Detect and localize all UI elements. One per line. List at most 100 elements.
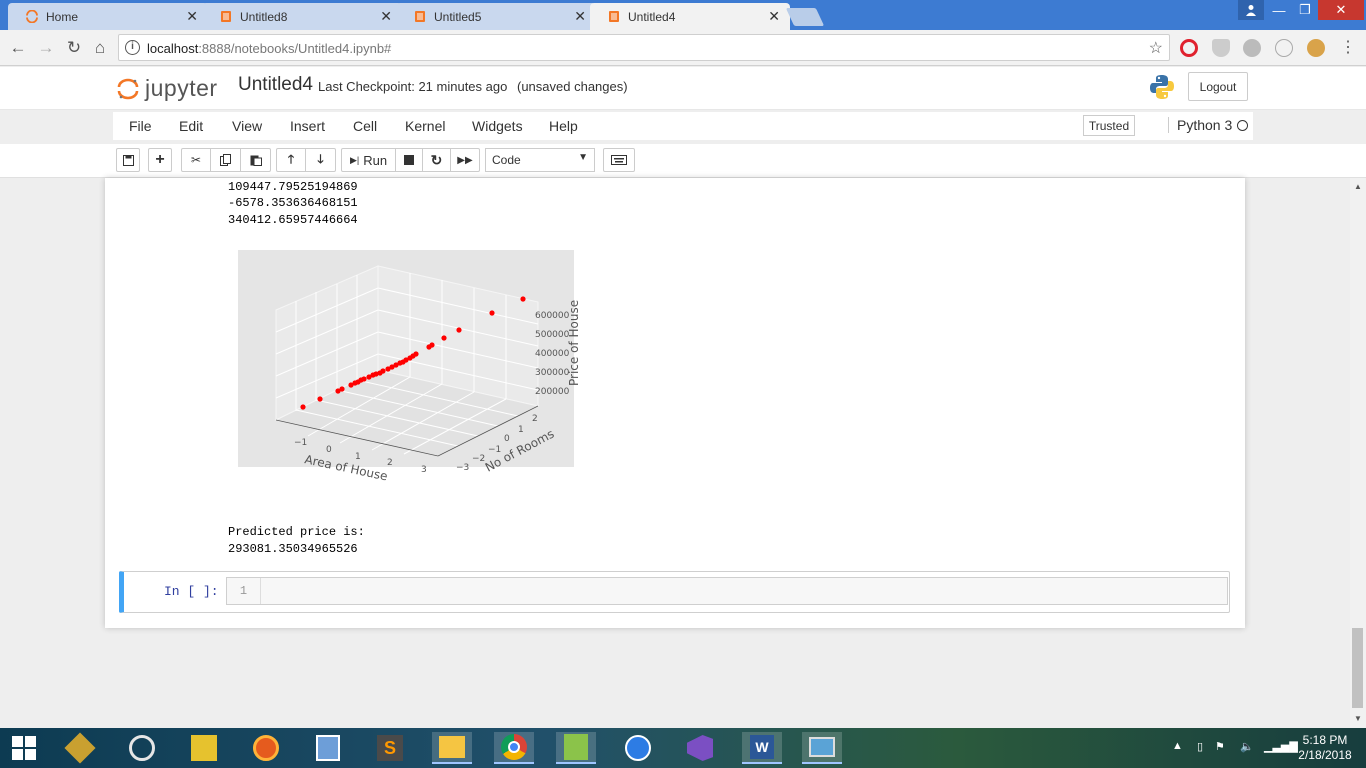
- data-point: [317, 396, 323, 402]
- x-tick-label: 1: [355, 452, 361, 462]
- tab-untitled4[interactable]: Untitled4 ✕: [590, 3, 790, 30]
- anaconda-app-icon[interactable]: [124, 732, 160, 764]
- extension-circle-icon[interactable]: [1275, 39, 1293, 57]
- new-tab-button[interactable]: [785, 8, 825, 26]
- menu-file[interactable]: File: [129, 118, 152, 134]
- start-button[interactable]: [6, 732, 42, 764]
- code-editor[interactable]: 1: [226, 577, 1228, 605]
- tab-untitled8[interactable]: Untitled8 ✕: [202, 3, 402, 30]
- user-profile-icon[interactable]: [1238, 0, 1264, 20]
- extension-icon[interactable]: [1243, 39, 1261, 57]
- chrome-menu-icon[interactable]: ⋮: [1338, 38, 1358, 58]
- shield-extension-icon[interactable]: [1212, 39, 1230, 57]
- data-point: [441, 335, 447, 341]
- firefox-icon[interactable]: [248, 732, 284, 764]
- notebook-favicon-icon: [415, 11, 425, 22]
- clock-time: 5:18 PM: [1302, 733, 1348, 747]
- word-icon[interactable]: W: [742, 732, 782, 764]
- notebook-toolbar: + ✂ 🡑 🡓 ▶| Run ↻ ▶▶ Code ▼: [0, 144, 1366, 178]
- restart-button[interactable]: ↻: [423, 148, 451, 172]
- x-tick-label: 2: [387, 458, 393, 468]
- output-line: 109447.79525194869: [228, 180, 358, 194]
- bookmark-star-icon[interactable]: ☆: [1149, 38, 1163, 58]
- opera-extension-icon[interactable]: [1180, 39, 1198, 57]
- arrow-down-icon: 🡓: [317, 151, 324, 166]
- move-down-button[interactable]: 🡓: [306, 148, 336, 172]
- teamviewer-icon[interactable]: [620, 732, 656, 764]
- restart-icon: ↻: [430, 151, 443, 168]
- scroll-down-icon[interactable]: ▼: [1354, 714, 1362, 723]
- windows-taskbar: S W ▲ ▯ ⚑ 🔈 ▁▃▅▇ 5:18 PM 2/18/2018: [0, 728, 1366, 768]
- logout-button[interactable]: Logout: [1188, 72, 1248, 101]
- kernel-idle-icon: [1237, 120, 1248, 131]
- network-flag-icon[interactable]: ⚑: [1215, 740, 1225, 753]
- photos-icon[interactable]: [802, 732, 842, 764]
- save-icon: [122, 154, 134, 166]
- tab-home[interactable]: Home ✕: [8, 3, 208, 30]
- url-input[interactable]: i localhost:8888/notebooks/Untitled4.ipy…: [118, 34, 1170, 61]
- y-tick-label: 2: [532, 414, 538, 424]
- data-point: [380, 368, 386, 374]
- chrome-icon[interactable]: [494, 732, 534, 764]
- interrupt-button[interactable]: [396, 148, 423, 172]
- info-icon[interactable]: i: [125, 40, 140, 55]
- scroll-up-icon[interactable]: ▲: [1354, 182, 1362, 191]
- forward-icon[interactable]: →: [36, 38, 56, 58]
- system-clock[interactable]: 5:18 PM 2/18/2018: [1290, 733, 1360, 763]
- restart-run-all-button[interactable]: ▶▶: [451, 148, 480, 172]
- line-number: 1: [227, 578, 261, 604]
- paste-button[interactable]: [241, 148, 271, 172]
- close-tab-icon[interactable]: ✕: [186, 8, 198, 25]
- menu-edit[interactable]: Edit: [179, 118, 203, 134]
- minimize-icon[interactable]: —: [1266, 0, 1292, 20]
- notebook-name[interactable]: Untitled4: [238, 74, 313, 96]
- 3d-scatter-svg: −1 0 1 2 3 −3 −2 −1 0 1 2 200000 300000 …: [274, 265, 581, 483]
- data-point: [489, 310, 495, 316]
- close-window-icon[interactable]: ✕: [1318, 0, 1364, 20]
- menu-help[interactable]: Help: [549, 118, 578, 134]
- visual-studio-icon[interactable]: [682, 732, 718, 764]
- x-axis-label: Area of House: [303, 452, 388, 483]
- show-hidden-icons-icon[interactable]: ▲: [1172, 740, 1183, 752]
- fast-forward-icon: ▶▶: [457, 154, 473, 166]
- command-palette-button[interactable]: [603, 148, 635, 172]
- trusted-indicator[interactable]: Trusted: [1083, 115, 1135, 136]
- notepad-plus-plus-icon[interactable]: [556, 732, 596, 764]
- menu-cell[interactable]: Cell: [353, 118, 377, 134]
- jupyter-logo[interactable]: jupyter: [117, 75, 218, 102]
- battery-icon[interactable]: ▯: [1197, 740, 1203, 753]
- virtualbox-icon[interactable]: [310, 732, 346, 764]
- menu-kernel[interactable]: Kernel: [405, 118, 445, 134]
- tab-untitled5[interactable]: Untitled5 ✕: [396, 3, 596, 30]
- menubar: File Edit View Insert Cell Kernel Widget…: [113, 112, 1253, 140]
- run-button[interactable]: ▶| Run: [341, 148, 396, 172]
- tools-app-icon[interactable]: [62, 732, 98, 764]
- close-tab-icon[interactable]: ✕: [768, 8, 780, 25]
- cut-button[interactable]: ✂: [181, 148, 211, 172]
- close-tab-icon[interactable]: ✕: [380, 8, 392, 25]
- save-button[interactable]: [116, 148, 140, 172]
- code-cell[interactable]: In [ ]: 1: [119, 571, 1230, 613]
- x-tick-label: 0: [326, 445, 332, 455]
- close-tab-icon[interactable]: ✕: [574, 8, 586, 25]
- puzzle-app-icon[interactable]: [186, 732, 222, 764]
- copy-button[interactable]: [211, 148, 241, 172]
- menu-view[interactable]: View: [232, 118, 262, 134]
- page-scrollbar[interactable]: ▲ ▼: [1350, 178, 1366, 728]
- back-icon[interactable]: ←: [8, 38, 28, 58]
- copy-icon: [219, 154, 231, 166]
- move-up-button[interactable]: 🡑: [276, 148, 306, 172]
- reload-icon[interactable]: ↻: [64, 38, 84, 58]
- cookie-extension-icon[interactable]: [1307, 39, 1325, 57]
- z-axis-label: Price of House: [567, 300, 581, 386]
- scrollbar-thumb[interactable]: [1352, 628, 1363, 708]
- sublime-text-icon[interactable]: S: [372, 732, 408, 764]
- insert-cell-button[interactable]: +: [148, 148, 172, 172]
- menu-insert[interactable]: Insert: [290, 118, 325, 134]
- file-explorer-icon[interactable]: [432, 732, 472, 764]
- cell-type-select[interactable]: Code ▼: [485, 148, 595, 172]
- restore-icon[interactable]: ❐: [1292, 0, 1318, 20]
- menu-widgets[interactable]: Widgets: [472, 118, 523, 134]
- volume-icon[interactable]: 🔈: [1240, 740, 1254, 753]
- home-icon[interactable]: ⌂: [90, 38, 110, 58]
